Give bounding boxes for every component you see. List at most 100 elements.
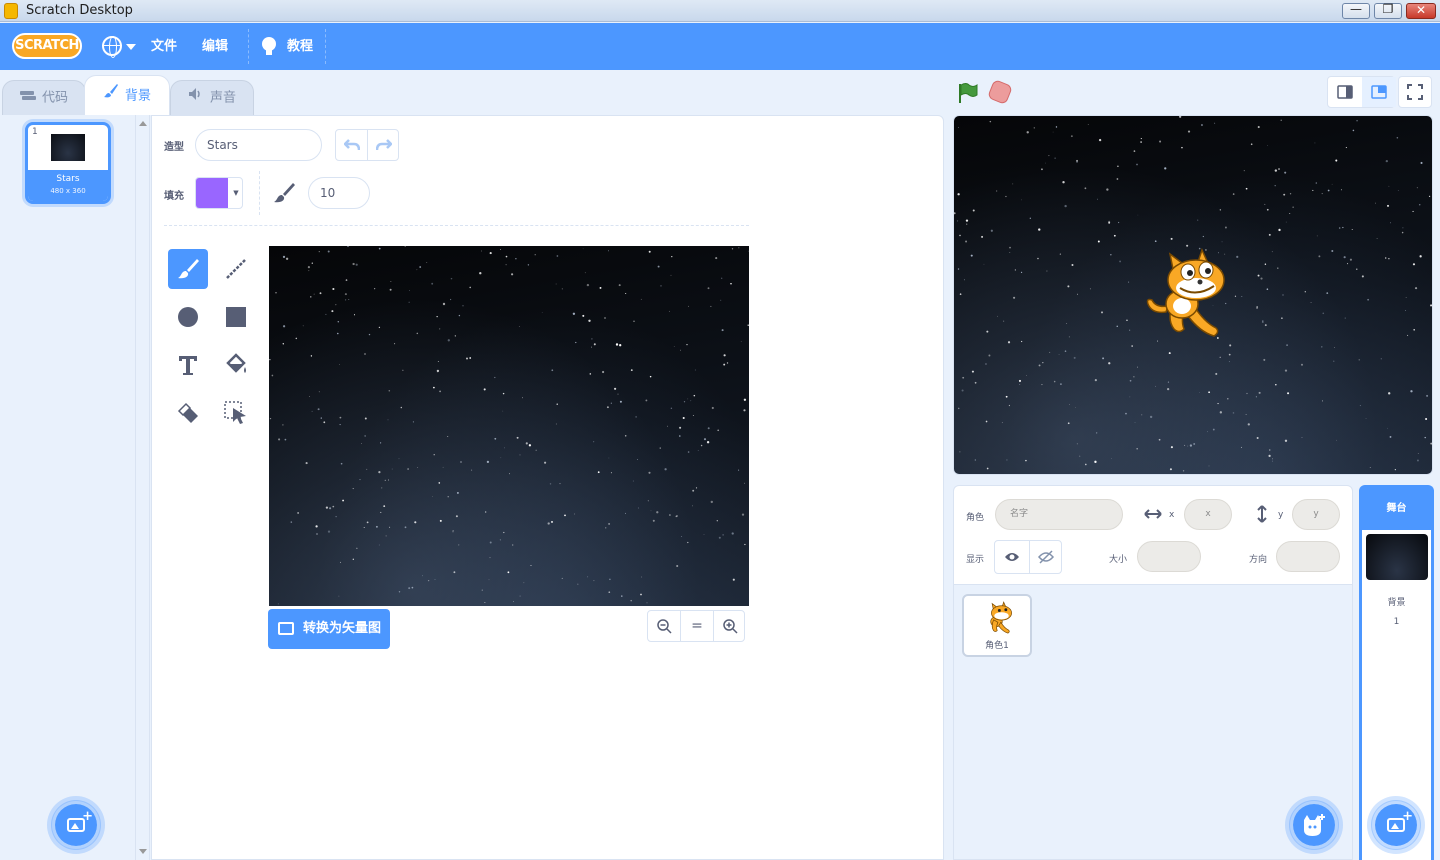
star (1052, 131, 1054, 133)
scroll-down-icon[interactable] (139, 849, 147, 854)
star (1417, 453, 1419, 454)
select-tool[interactable] (216, 393, 256, 433)
star (1053, 380, 1056, 383)
rectangle-tool[interactable] (216, 297, 256, 337)
star (1232, 412, 1235, 414)
star (694, 369, 696, 371)
star (1094, 460, 1097, 464)
star (986, 330, 989, 333)
star (453, 571, 456, 574)
star (1110, 254, 1112, 256)
menu-file[interactable]: 文件 (151, 23, 177, 70)
paint-canvas[interactable] (269, 246, 749, 606)
star (488, 579, 490, 581)
star (269, 417, 272, 420)
redo-button[interactable] (368, 130, 400, 160)
star (1037, 257, 1039, 260)
brush-tool[interactable] (168, 249, 208, 289)
undo-button[interactable] (336, 130, 368, 160)
star (442, 302, 446, 306)
tab-code[interactable]: 代码 (2, 80, 86, 115)
star (389, 288, 392, 291)
star (1106, 188, 1109, 191)
tab-sounds[interactable]: 声音 (170, 80, 254, 115)
large-stage-button[interactable] (1362, 77, 1396, 107)
star (1021, 199, 1023, 201)
convert-to-vector-button[interactable]: 转换为矢量图 (268, 609, 390, 649)
zoom-reset-button[interactable]: = (681, 611, 713, 641)
star (1179, 116, 1182, 118)
sprite-tile[interactable]: 角色1 (962, 594, 1032, 657)
star (686, 343, 688, 346)
star (513, 601, 514, 603)
scratch-logo[interactable]: SCRATCH (12, 33, 82, 59)
star (1140, 138, 1142, 140)
star (597, 471, 600, 474)
star (447, 435, 449, 438)
fullscreen-button[interactable] (1398, 76, 1432, 108)
backdrop-list-scrollbar[interactable] (136, 115, 150, 860)
add-sprite-button[interactable] (1289, 800, 1339, 850)
star (959, 234, 961, 237)
hide-sprite-button[interactable] (1029, 541, 1063, 573)
star (339, 424, 341, 426)
stage-canvas[interactable] (953, 115, 1433, 475)
star (1197, 219, 1199, 221)
star (1292, 206, 1294, 208)
green-flag-button[interactable] (957, 82, 979, 104)
star (522, 397, 523, 399)
star (1269, 449, 1271, 451)
add-backdrop-button[interactable] (51, 800, 101, 850)
star (1060, 383, 1062, 385)
maximize-button[interactable]: ❐ (1374, 2, 1402, 19)
line-tool[interactable] (216, 249, 256, 289)
minimize-button[interactable]: — (1342, 2, 1370, 19)
direction-input[interactable] (1276, 541, 1340, 572)
menu-tutorials[interactable]: 教程 (287, 23, 313, 70)
stage-selector[interactable]: 舞台 背景 1 (1359, 485, 1434, 860)
brush-size-input[interactable]: 10 (308, 177, 370, 209)
star (1246, 392, 1248, 395)
star (1234, 295, 1237, 297)
star (458, 544, 460, 546)
star (959, 451, 961, 453)
menu-edit[interactable]: 编辑 (202, 23, 228, 70)
x-input[interactable]: x (1184, 499, 1232, 530)
size-input[interactable] (1137, 541, 1201, 572)
text-tool[interactable] (168, 345, 208, 385)
circle-tool[interactable] (168, 297, 208, 337)
sprite-name-input[interactable]: 名字 (995, 499, 1123, 530)
star (731, 248, 734, 250)
backdrop-tile[interactable]: 1 Stars 480 x 360 (25, 122, 111, 204)
small-stage-button[interactable] (1328, 77, 1362, 107)
star (1342, 226, 1344, 229)
fill-tool[interactable] (216, 345, 256, 385)
star (1407, 334, 1409, 336)
stop-button[interactable] (986, 78, 1014, 106)
star (957, 127, 959, 129)
y-input[interactable]: y (1292, 499, 1340, 530)
fill-color-picker[interactable]: ▼ (195, 177, 243, 209)
star (1425, 417, 1428, 421)
eraser-tool[interactable] (168, 393, 208, 433)
show-sprite-button[interactable] (995, 541, 1029, 573)
star (660, 285, 662, 287)
zoom-in-button[interactable] (714, 611, 746, 641)
zoom-out-button[interactable] (648, 611, 680, 641)
star (1256, 436, 1259, 440)
add-backdrop-stage-button[interactable] (1371, 800, 1421, 850)
globe-icon[interactable] (102, 36, 122, 58)
star (1412, 263, 1416, 266)
star (282, 343, 284, 345)
lightbulb-icon[interactable] (262, 37, 276, 55)
chevron-down-icon[interactable] (126, 44, 136, 50)
close-button[interactable]: ✕ (1406, 3, 1436, 19)
backdrop-size: 480 x 360 (50, 187, 86, 195)
starfield (269, 246, 749, 605)
star (1116, 325, 1118, 328)
costume-name-input[interactable]: Stars (195, 129, 322, 161)
cat-sprite[interactable] (1144, 244, 1234, 344)
tab-backdrops[interactable]: 背景 (84, 75, 170, 115)
star (1426, 394, 1429, 397)
scroll-up-icon[interactable] (139, 121, 147, 126)
